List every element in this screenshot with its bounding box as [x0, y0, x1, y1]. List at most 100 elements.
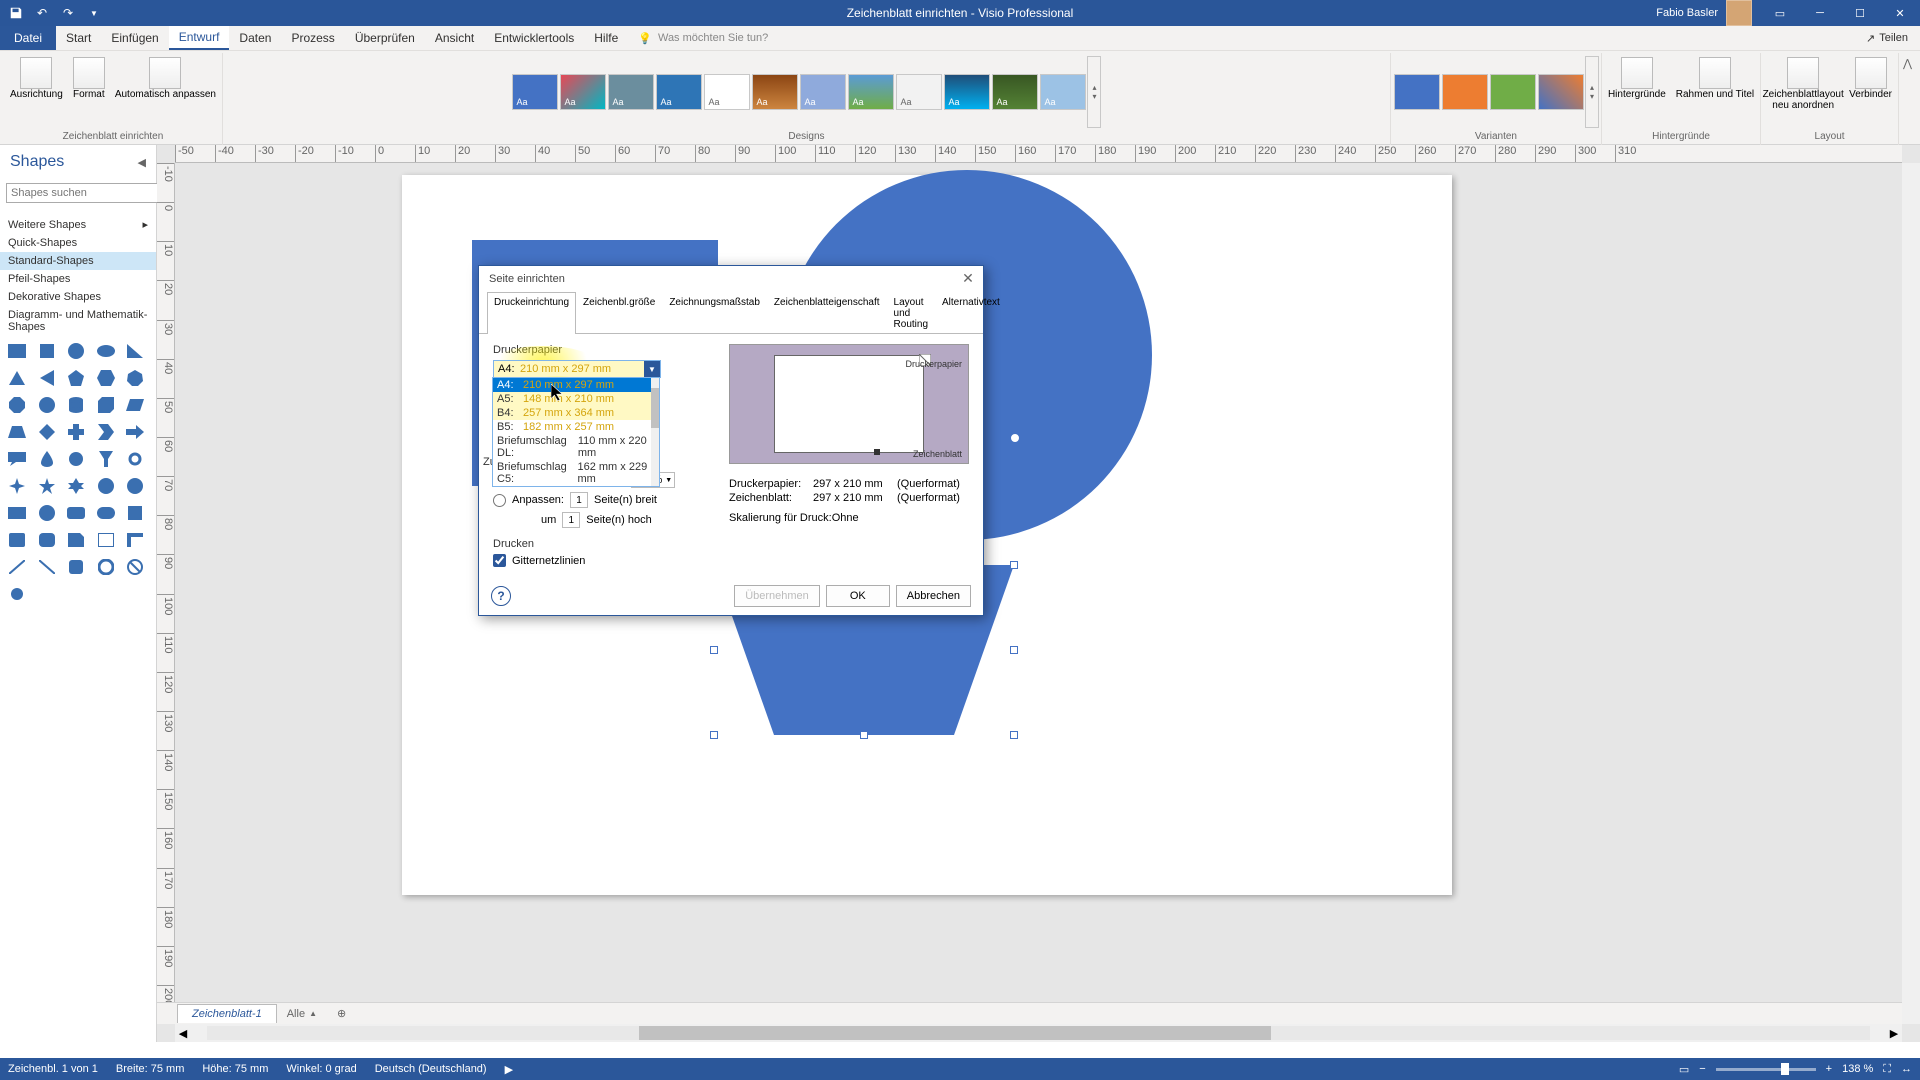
- presentation-mode-icon[interactable]: ▭: [1679, 1063, 1689, 1076]
- shapes-search-input[interactable]: [6, 183, 158, 203]
- tab-add[interactable]: ⊕: [327, 1004, 356, 1023]
- hintergruende-button[interactable]: Hintergründe: [1604, 55, 1670, 102]
- shape-callout[interactable]: [6, 448, 28, 470]
- zoom-slider[interactable]: [1716, 1068, 1816, 1071]
- scroll-left-icon[interactable]: ◀: [175, 1027, 191, 1040]
- tab-routing[interactable]: Layout und Routing: [887, 292, 935, 334]
- theme-thumb[interactable]: Aa: [656, 74, 702, 110]
- zoom-in-icon[interactable]: +: [1826, 1063, 1832, 1075]
- shape-snip1[interactable]: [65, 529, 87, 551]
- shape-star4[interactable]: [6, 475, 28, 497]
- rotation-handle[interactable]: [1010, 433, 1020, 443]
- uebernehmen-button[interactable]: Übernehmen: [734, 585, 820, 607]
- relayout-button[interactable]: Zeichenblattlayout neu anordnen: [1763, 55, 1843, 113]
- theme-thumb[interactable]: Aa: [560, 74, 606, 110]
- shape-round1[interactable]: [6, 529, 28, 551]
- shape-circle2[interactable]: [36, 502, 58, 524]
- shape-round2[interactable]: [36, 529, 58, 551]
- shape-square2[interactable]: [124, 502, 146, 524]
- shape-funnel[interactable]: [95, 448, 117, 470]
- macro-record-icon[interactable]: ▶: [505, 1063, 513, 1076]
- cat-diagramm[interactable]: Diagramm- und Mathematik-Shapes: [0, 306, 156, 336]
- shape-triangle[interactable]: [6, 367, 28, 389]
- shape-ellipse[interactable]: [95, 340, 117, 362]
- scroll-right-icon[interactable]: ▶: [1886, 1027, 1902, 1040]
- shape-cube[interactable]: [95, 394, 117, 416]
- ribbon-options-icon[interactable]: ▭: [1760, 0, 1800, 26]
- zoom-out-icon[interactable]: −: [1699, 1063, 1705, 1075]
- hscrollbar[interactable]: ◀ ▶: [175, 1024, 1902, 1042]
- shape-heptagon[interactable]: [124, 367, 146, 389]
- cat-quick[interactable]: Quick-Shapes: [0, 234, 156, 252]
- shape-burst[interactable]: [124, 475, 146, 497]
- fit-page-icon[interactable]: ⛶: [1883, 1063, 1891, 1076]
- theme-thumb[interactable]: Aa: [704, 74, 750, 110]
- shape-chevron[interactable]: [95, 421, 117, 443]
- format-button[interactable]: Format: [69, 55, 109, 102]
- cat-standard[interactable]: Standard-Shapes: [0, 252, 156, 270]
- fit-width-icon[interactable]: ↔: [1901, 1063, 1912, 1075]
- abbrechen-button[interactable]: Abbrechen: [896, 585, 971, 607]
- menu-hilfe[interactable]: Hilfe: [584, 26, 628, 50]
- shape-cross[interactable]: [65, 421, 87, 443]
- shape-star7[interactable]: [95, 475, 117, 497]
- menu-entwicklertools[interactable]: Entwicklertools: [484, 26, 584, 50]
- radio-anpassen[interactable]: [493, 494, 506, 507]
- shape-diagline[interactable]: [6, 556, 28, 578]
- varianten-gallery[interactable]: ▴▾: [1393, 53, 1599, 129]
- collapse-panel-icon[interactable]: ◀: [138, 156, 146, 169]
- shape-nosymbol[interactable]: [124, 556, 146, 578]
- pages-wide-input[interactable]: [570, 492, 588, 508]
- selection-handle[interactable]: [1010, 731, 1018, 739]
- shape-trapezoid[interactable]: [6, 421, 28, 443]
- redo-icon[interactable]: ↷: [56, 2, 80, 24]
- menu-ueberpruefen[interactable]: Überprüfen: [345, 26, 425, 50]
- menu-entwurf[interactable]: Entwurf: [169, 26, 230, 50]
- shape-roundrect3[interactable]: [95, 502, 117, 524]
- selection-handle[interactable]: [1010, 561, 1018, 569]
- status-lang[interactable]: Deutsch (Deutschland): [375, 1063, 487, 1075]
- theme-thumb[interactable]: Aa: [992, 74, 1038, 110]
- hscroll-thumb[interactable]: [639, 1026, 1271, 1040]
- zoom-level[interactable]: 138 %: [1842, 1063, 1873, 1075]
- shape-star5[interactable]: [36, 475, 58, 497]
- shape-frame[interactable]: [95, 529, 117, 551]
- menu-ansicht[interactable]: Ansicht: [425, 26, 484, 50]
- shape-rtriangle[interactable]: [124, 340, 146, 362]
- menu-start[interactable]: Start: [56, 26, 101, 50]
- paper-size-select[interactable]: A4: 210 mm x 297 mm ▼: [493, 360, 661, 378]
- shape-square[interactable]: [36, 340, 58, 362]
- shape-drop[interactable]: [36, 448, 58, 470]
- shape-rect2[interactable]: [6, 502, 28, 524]
- ok-button[interactable]: OK: [826, 585, 890, 607]
- tell-me-search[interactable]: 💡 Was möchten Sie tun?: [638, 32, 768, 45]
- auto-anpassen-button[interactable]: Automatisch anpassen: [111, 55, 220, 102]
- theme-thumb[interactable]: Aa: [512, 74, 558, 110]
- variant-thumb[interactable]: [1490, 74, 1536, 110]
- tab-massstab[interactable]: Zeichnungsmaßstab: [662, 292, 767, 334]
- tab-zeichenbl-groesse[interactable]: Zeichenbl.größe: [576, 292, 662, 334]
- ausrichtung-button[interactable]: Ausrichtung: [6, 55, 67, 102]
- shape-pentagon[interactable]: [65, 367, 87, 389]
- variant-thumb[interactable]: [1538, 74, 1584, 110]
- theme-thumb[interactable]: Aa: [848, 74, 894, 110]
- selection-handle[interactable]: [860, 731, 868, 739]
- shape-octagon[interactable]: [6, 394, 28, 416]
- variant-thumb[interactable]: [1442, 74, 1488, 110]
- menu-einfuegen[interactable]: Einfügen: [101, 26, 168, 50]
- save-icon[interactable]: [4, 2, 28, 24]
- tab-sheet-1[interactable]: Zeichenblatt-1: [177, 1004, 277, 1023]
- paper-option-b5[interactable]: B5:182 mm x 257 mm: [493, 420, 659, 434]
- menu-datei[interactable]: Datei: [0, 26, 56, 50]
- paper-option-dl[interactable]: Briefumschlag DL:110 mm x 220 mm: [493, 434, 659, 460]
- gallery-more-button[interactable]: ▴▾: [1585, 56, 1599, 128]
- paper-option-a5[interactable]: A5:148 mm x 210 mm: [493, 392, 659, 406]
- dropdown-scrollbar[interactable]: [651, 378, 659, 486]
- shape-line45[interactable]: [36, 556, 58, 578]
- shape-triangle-left[interactable]: [36, 367, 58, 389]
- ribbon-collapse-icon[interactable]: ⋀: [1899, 53, 1916, 144]
- tab-eigenschaft[interactable]: Zeichenblatteigenschaft: [767, 292, 887, 334]
- shape-dot[interactable]: [6, 583, 28, 605]
- shape-diamond[interactable]: [36, 421, 58, 443]
- share-button[interactable]: ↗ Teilen: [1854, 32, 1920, 45]
